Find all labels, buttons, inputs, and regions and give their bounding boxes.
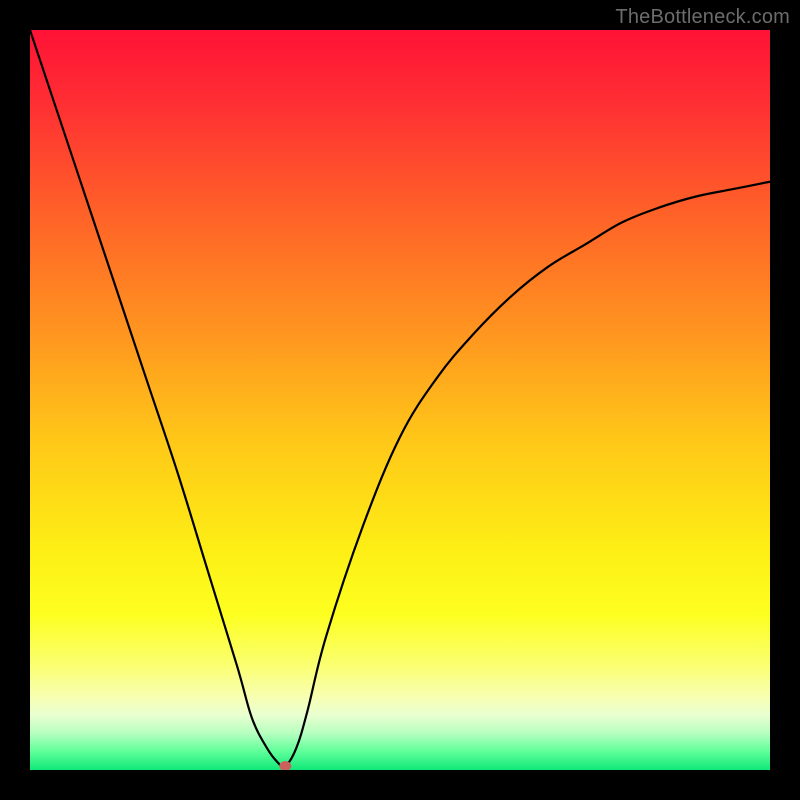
chart-frame: TheBottleneck.com (0, 0, 800, 800)
bottleneck-curve (30, 30, 770, 767)
plot-area (30, 30, 770, 770)
watermark-text: TheBottleneck.com (615, 6, 790, 29)
chart-svg (30, 30, 770, 770)
